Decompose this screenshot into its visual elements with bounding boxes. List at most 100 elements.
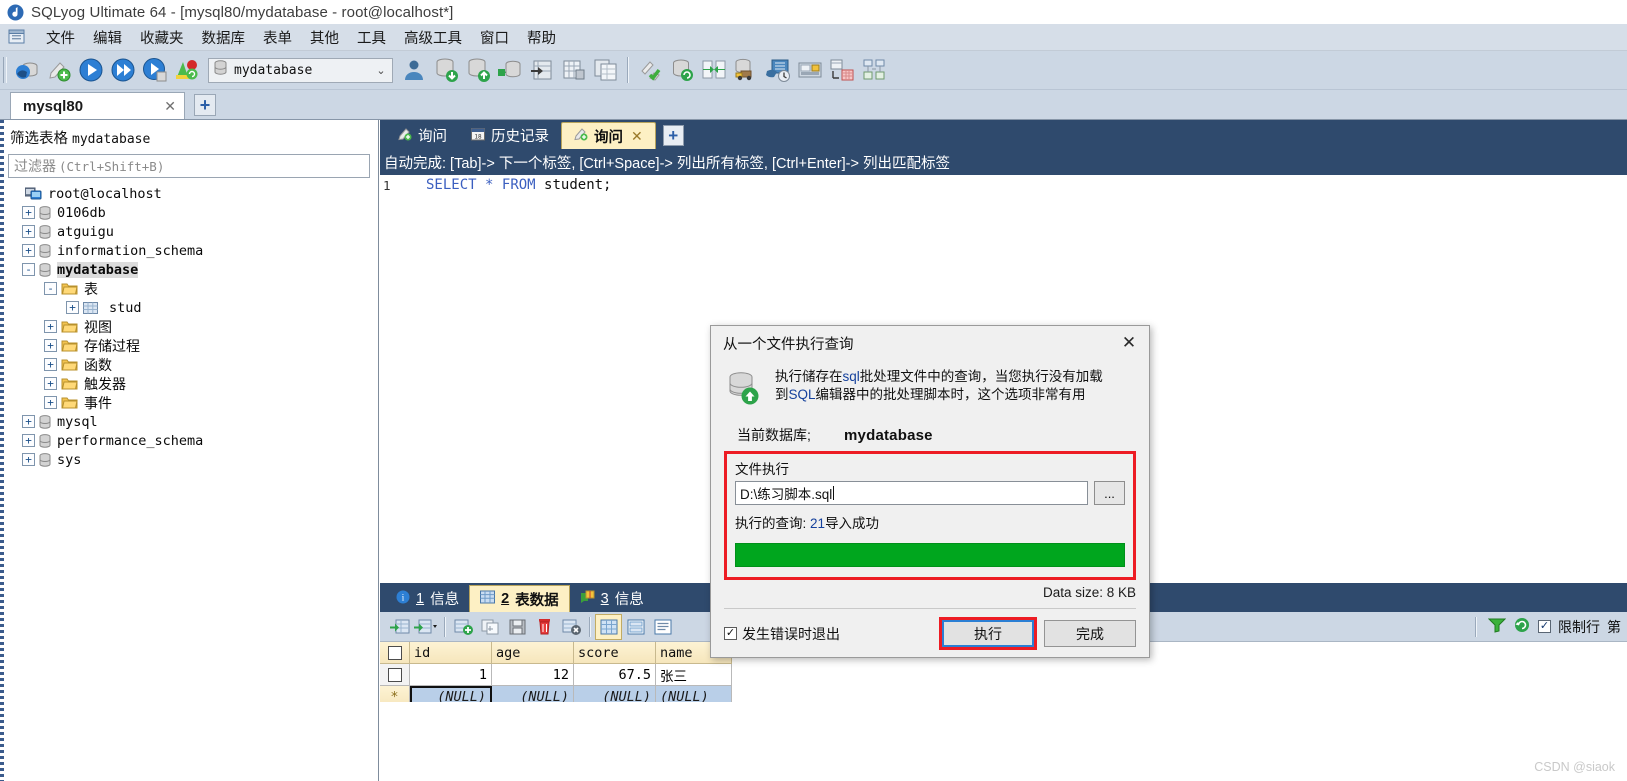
refresh-object-browser-icon[interactable] <box>171 54 203 87</box>
tree-expand-toggle[interactable]: + <box>44 320 57 333</box>
menu-item-favorites[interactable]: 收藏夹 <box>131 25 193 50</box>
toolbar-grip[interactable] <box>3 57 7 83</box>
tree-node-sys[interactable]: + sys <box>8 450 378 469</box>
form-view-icon[interactable] <box>858 54 890 87</box>
menu-item-advanced-tools[interactable]: 高级工具 <box>395 25 471 50</box>
tree-expand-toggle[interactable]: + <box>44 339 57 352</box>
window-menu-icon[interactable] <box>7 27 29 47</box>
tree-node-0106db[interactable]: + 0106db <box>8 203 378 222</box>
add-query-tab-button[interactable]: + <box>662 125 684 146</box>
grid-view-icon[interactable] <box>595 613 622 640</box>
tree-node-views-folder[interactable]: + 视图 <box>8 317 378 336</box>
execute-query-icon[interactable] <box>75 54 107 87</box>
text-view-icon[interactable] <box>649 614 676 640</box>
schema-designer-icon[interactable] <box>826 54 858 87</box>
database-combo[interactable]: mydatabase ⌄ <box>208 57 393 83</box>
tree-expand-toggle[interactable]: + <box>66 301 79 314</box>
form-view-icon[interactable] <box>622 614 649 640</box>
add-connection-tab-button[interactable]: + <box>194 94 216 116</box>
tree-expand-toggle[interactable]: + <box>44 358 57 371</box>
menu-item-window[interactable]: 窗口 <box>471 25 518 50</box>
tab-result-table-data[interactable]: 2 表数据 <box>469 585 570 612</box>
duplicate-row-icon[interactable] <box>477 614 504 640</box>
sync-database-icon[interactable] <box>666 54 698 87</box>
query-builder-icon[interactable] <box>794 54 826 87</box>
menu-item-file[interactable]: 文件 <box>37 25 84 50</box>
close-icon[interactable]: ✕ <box>1113 330 1145 356</box>
table-diagnostics-icon[interactable] <box>558 54 590 87</box>
tree-expand-toggle[interactable]: + <box>22 415 35 428</box>
tree-node-root-localhost[interactable]: root@localhost <box>8 184 378 203</box>
row-select-checkbox[interactable] <box>380 664 410 686</box>
refresh-circle-icon[interactable] <box>1513 617 1531 636</box>
export-data-dropdown-icon[interactable] <box>413 614 440 640</box>
restore-database-icon[interactable] <box>462 54 494 87</box>
tree-expand-toggle[interactable]: + <box>22 244 35 257</box>
chevron-down-icon[interactable]: ⌄ <box>370 64 392 77</box>
execute-query-stop-icon[interactable] <box>139 54 171 87</box>
tree-node-performance-schema[interactable]: + performance_schema <box>8 431 378 450</box>
column-header-age[interactable]: age <box>492 642 574 664</box>
delete-row-icon[interactable] <box>531 614 558 640</box>
execute-all-queries-icon[interactable] <box>107 54 139 87</box>
column-header-score[interactable]: score <box>574 642 656 664</box>
tree-node-events-folder[interactable]: + 事件 <box>8 393 378 412</box>
object-browser-filter-input[interactable]: 过滤器 (Ctrl+Shift+B) <box>8 154 370 178</box>
tree-node-procedures-folder[interactable]: + 存储过程 <box>8 336 378 355</box>
close-icon[interactable]: ✕ <box>164 98 176 115</box>
abort-on-error-checkbox[interactable]: ✓ <box>724 627 737 640</box>
tree-node-mydatabase[interactable]: - mydatabase <box>8 260 378 279</box>
tree-expand-toggle[interactable]: + <box>22 206 35 219</box>
tree-expand-toggle[interactable]: + <box>22 225 35 238</box>
menu-item-help[interactable]: 帮助 <box>518 25 565 50</box>
new-connection-icon[interactable] <box>11 54 43 87</box>
tree-expand-toggle[interactable]: + <box>44 396 57 409</box>
tree-node-atguigu[interactable]: + atguigu <box>8 222 378 241</box>
tree-expand-toggle[interactable]: + <box>22 453 35 466</box>
cell-name[interactable]: 张三 <box>656 664 732 686</box>
cell-age[interactable]: 12 <box>492 664 574 686</box>
copy-database-icon[interactable] <box>590 54 622 87</box>
user-manager-icon[interactable] <box>398 54 430 87</box>
scheduled-backup-icon[interactable] <box>762 54 794 87</box>
cell-score[interactable]: 67.5 <box>574 664 656 686</box>
save-changes-icon[interactable] <box>504 614 531 640</box>
menu-item-database[interactable]: 数据库 <box>193 25 255 50</box>
schema-sync-icon[interactable] <box>698 54 730 87</box>
tree-node-functions-folder[interactable]: + 函数 <box>8 355 378 374</box>
execute-button[interactable]: 执行 <box>939 617 1037 650</box>
cell-id[interactable]: 1 <box>410 664 492 686</box>
migration-icon[interactable] <box>730 54 762 87</box>
tree-node-information-schema[interactable]: + information_schema <box>8 241 378 260</box>
refresh-data-icon[interactable] <box>386 614 413 640</box>
filter-funnel-icon[interactable] <box>1487 617 1507 636</box>
menu-item-other[interactable]: 其他 <box>301 25 348 50</box>
tree-node-tables-folder[interactable]: - 表 <box>8 279 378 298</box>
tree-node-table-stud[interactable]: + stud <box>8 298 378 317</box>
tab-result-messages[interactable]: 3 信息 <box>570 585 654 612</box>
flush-icon[interactable] <box>634 54 666 87</box>
select-all-checkbox[interactable] <box>380 642 410 664</box>
tree-collapse-toggle[interactable]: - <box>22 263 35 276</box>
import-external-data-icon[interactable] <box>494 54 526 87</box>
close-icon[interactable]: ✕ <box>631 128 643 145</box>
backup-database-icon[interactable] <box>430 54 462 87</box>
column-header-id[interactable]: id <box>410 642 492 664</box>
tab-query-2[interactable]: 询问 ✕ <box>561 122 656 149</box>
tab-history[interactable]: 18 历史记录 <box>459 122 561 149</box>
connection-tab-mysql80[interactable]: mysql80 ✕ <box>10 92 185 119</box>
tree-collapse-toggle[interactable]: - <box>44 282 57 295</box>
menu-item-table[interactable]: 表单 <box>254 25 301 50</box>
tree-expand-toggle[interactable]: + <box>44 377 57 390</box>
insert-row-icon[interactable] <box>450 614 477 640</box>
tree-node-triggers-folder[interactable]: + 触发器 <box>8 374 378 393</box>
limit-rows-checkbox[interactable]: ✓ <box>1538 620 1551 633</box>
new-query-icon[interactable] <box>43 54 75 87</box>
tree-expand-toggle[interactable]: + <box>22 434 35 447</box>
cancel-changes-icon[interactable] <box>558 614 585 640</box>
abort-on-error-row[interactable]: ✓ 发生错误时退出 <box>724 624 840 644</box>
menu-item-tools[interactable]: 工具 <box>348 25 395 50</box>
menu-item-edit[interactable]: 编辑 <box>84 25 131 50</box>
done-button[interactable]: 完成 <box>1044 620 1136 647</box>
tab-result-info-1[interactable]: i 1 信息 <box>386 585 469 612</box>
